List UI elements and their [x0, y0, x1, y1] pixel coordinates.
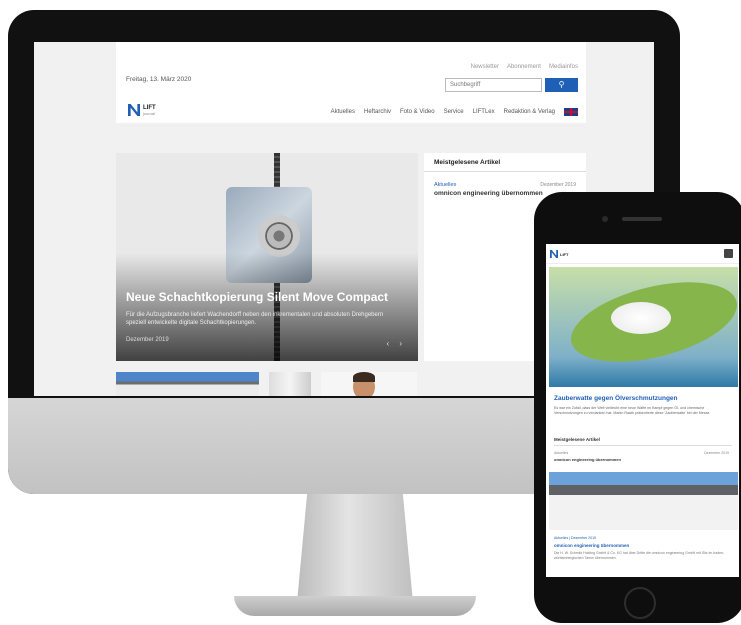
smartphone: LIFT Zauberwatte gegen Ölverschmutzungen…: [534, 192, 741, 623]
mobile-headline[interactable]: Zauberwatte gegen Ölverschmutzungen: [554, 395, 678, 402]
mobile-article-text: Die H. W. Schmitz Holding GmbH & Co. KG …: [554, 551, 725, 560]
speaker-grille: [622, 217, 662, 221]
mobile-popular-category[interactable]: Aktuelles: [554, 451, 568, 455]
popular-title[interactable]: omnicon engineering übernommen: [434, 190, 543, 197]
thumb-portrait[interactable]: [321, 372, 417, 396]
search-button[interactable]: ⚲: [545, 78, 578, 92]
slider-arrows[interactable]: ‹ ›: [386, 339, 406, 348]
mobile-article-title[interactable]: omnicon engineering übernommen: [554, 543, 629, 548]
logo-n-icon: [128, 104, 140, 116]
hero-title[interactable]: Neue Schachtkopierung Silent Move Compac…: [126, 290, 388, 304]
mediainfos-link[interactable]: Mediainfos: [549, 64, 578, 70]
thumb-house[interactable]: [116, 372, 259, 396]
device-mockup: Freitag, 13. März 2020 Newsletter Abonne…: [0, 0, 741, 625]
mobile-logo[interactable]: LIFT: [550, 250, 568, 258]
logo-line-1: LIFT: [143, 104, 156, 111]
camera-icon: [602, 216, 608, 222]
desktop-website: Freitag, 13. März 2020 Newsletter Abonne…: [116, 42, 586, 396]
nav-heftarchiv[interactable]: Heftarchiv: [364, 109, 391, 115]
popular-date: Dezember 2019: [540, 182, 576, 188]
pulley-image: [258, 215, 300, 257]
mobile-article-image[interactable]: [549, 472, 738, 530]
nav-foto-video[interactable]: Foto & Video: [400, 109, 435, 115]
logo-line-2: journal: [143, 110, 156, 116]
mobile-popular-heading: Meistgelesene Artikel: [554, 437, 732, 446]
search-input[interactable]: Suchbegriff: [445, 78, 542, 92]
header-date: Freitag, 13. März 2020: [126, 76, 192, 83]
mobile-logo-text: LIFT: [560, 251, 569, 257]
mobile-screen: LIFT Zauberwatte gegen Ölverschmutzungen…: [546, 244, 739, 577]
powder-image: [611, 302, 671, 334]
popular-category[interactable]: Aktuelles: [434, 182, 456, 188]
nav-liftlex[interactable]: LIFTLex: [473, 109, 495, 115]
popular-heading: Meistgelesene Artikel: [424, 153, 586, 172]
menu-icon[interactable]: [724, 249, 733, 258]
mobile-teaser: Es war ein Zufall, dass der Welt viellei…: [554, 406, 711, 415]
hero-gradient: [116, 253, 418, 361]
uk-flag-icon[interactable]: [564, 108, 578, 116]
site-header: Freitag, 13. März 2020 Newsletter Abonne…: [116, 42, 586, 123]
top-links: Newsletter Abonnement Mediainfos: [471, 64, 578, 70]
nav-redaktion[interactable]: Redaktion & Verlag: [504, 109, 555, 115]
main-nav: Aktuelles Heftarchiv Foto & Video Servic…: [331, 108, 578, 116]
mobile-header: LIFT: [546, 244, 739, 264]
logo-n-icon: [550, 250, 558, 258]
mobile-popular-date: Dezember 2019: [704, 451, 729, 455]
mobile-article-meta: Aktuelles | Dezember 2019: [554, 536, 596, 540]
monitor-stand: [297, 494, 413, 602]
hair-image: [353, 372, 375, 382]
nav-aktuelles[interactable]: Aktuelles: [331, 109, 355, 115]
search-icon: ⚲: [558, 80, 565, 89]
hero-slider[interactable]: Neue Schachtkopierung Silent Move Compac…: [116, 153, 418, 361]
thumb-building[interactable]: [269, 372, 311, 396]
site-logo[interactable]: LIFT journal: [128, 104, 156, 116]
newsletter-link[interactable]: Newsletter: [471, 64, 499, 70]
nav-service[interactable]: Service: [444, 109, 464, 115]
mobile-hero-image[interactable]: [549, 267, 739, 387]
monitor-foot: [234, 596, 476, 616]
mobile-popular-title[interactable]: omnicon engineering übernommen: [554, 457, 621, 462]
hero-text: Für die Aufzugsbranche liefert Wachendor…: [126, 312, 384, 326]
home-button[interactable]: [624, 587, 656, 619]
hero-date: Dezember 2019: [126, 337, 169, 343]
abonnement-link[interactable]: Abonnement: [507, 64, 541, 70]
